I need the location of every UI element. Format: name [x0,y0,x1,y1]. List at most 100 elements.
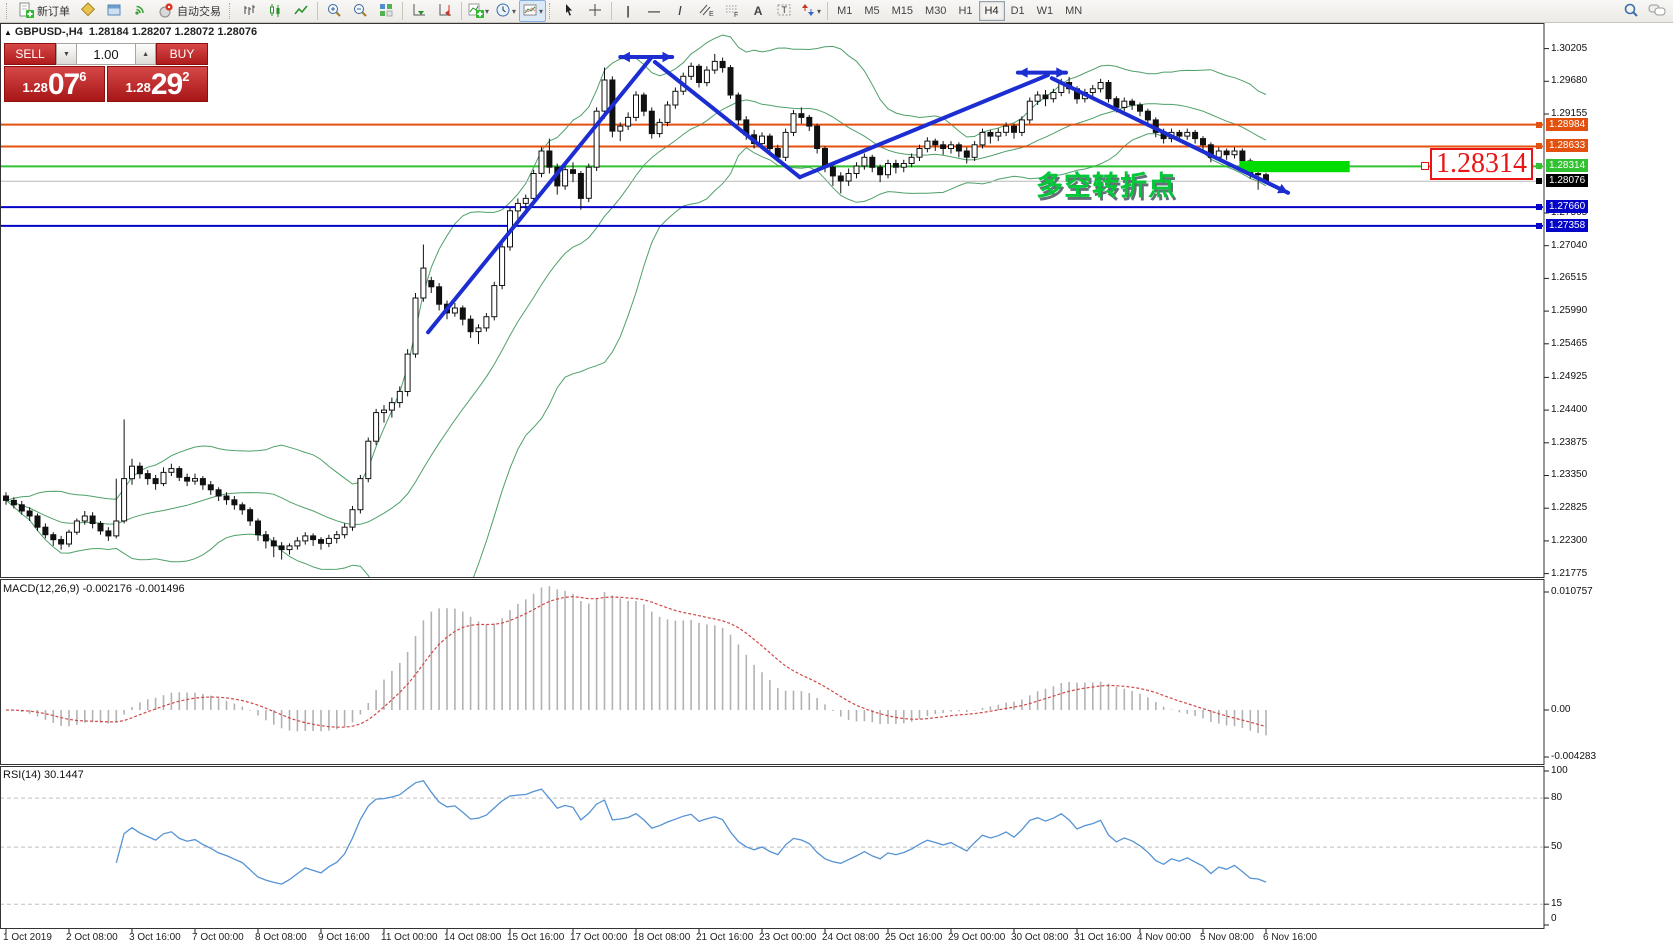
price-tick-label: 1.29680 [1551,75,1587,86]
volume-input[interactable] [77,43,135,65]
zoom-in-button[interactable] [321,0,347,22]
candlestick-chart-button[interactable] [262,0,288,22]
chart-shift-icon [437,2,453,21]
time-label: 29 Oct 00:00 [948,932,1005,943]
crosshair-button[interactable] [582,0,608,22]
crosshair-icon [587,2,603,21]
toolbar-drag-handle[interactable] [229,3,233,19]
cursor-button[interactable] [556,0,582,22]
chart-canvas[interactable] [0,0,1673,948]
trendline-button[interactable]: / [667,0,693,22]
line-chart-icon [293,2,309,21]
volume-decrease-button[interactable]: ▼ [56,43,77,65]
toolbar-drag-handle[interactable] [549,3,553,19]
pane-separator-rsi[interactable] [0,764,1544,767]
text-button[interactable]: A [745,0,771,22]
macd-tick-label: -0.004283 [1551,751,1596,762]
indicators-button[interactable]: ▾ [465,0,492,22]
symbol-header[interactable]: ▲GBPUSD-,H4 1.28184 1.28207 1.28072 1.28… [4,26,257,38]
price-tag-label[interactable]: 1.28314 [1430,148,1533,180]
volume-increase-button[interactable]: ▲ [135,43,156,65]
search-icon [1623,2,1639,21]
chat-button[interactable] [1644,0,1670,22]
time-label: 8 Oct 08:00 [255,932,307,943]
text-label-icon: T [776,2,792,21]
templates-icon [522,2,538,21]
price-line-label: 1.28984 [1546,118,1588,131]
bar-chart-button[interactable] [236,0,262,22]
collapse-icon[interactable]: ▲ [4,28,12,37]
sell-price-pip: 6 [79,70,86,83]
equidistant-channel-button[interactable]: E [693,0,719,22]
timeframe-w1[interactable]: W1 [1031,1,1060,21]
fibonacci-button[interactable]: F [719,0,745,22]
sell-price-prefix: 1.28 [23,76,48,100]
horizontal-line-button[interactable]: — [641,0,667,22]
line-chart-button[interactable] [288,0,314,22]
timeframe-m1[interactable]: M1 [831,1,858,21]
price-line-label: 1.28076 [1546,174,1588,187]
charts-button[interactable] [75,0,101,22]
time-label: 18 Oct 08:00 [633,932,690,943]
periods-button[interactable]: ▾ [492,0,519,22]
data-window-icon [106,2,122,21]
macd-indicator-label: MACD(12,26,9) -0.002176 -0.001496 [3,583,185,595]
new-order-label: 新订单 [37,3,70,19]
timeframe-h1[interactable]: H1 [952,1,978,21]
templates-button[interactable]: ▾ [519,0,546,22]
time-label: 9 Oct 16:00 [318,932,370,943]
price-tick-label: 1.25990 [1551,305,1587,316]
zoom-out-button[interactable] [347,0,373,22]
bar-chart-icon [241,2,257,21]
price-tag-anchor[interactable] [1421,162,1429,170]
buy-button[interactable]: BUY [156,43,208,65]
autotrading-button[interactable]: 自动交易 [153,0,226,22]
time-label: 23 Oct 00:00 [759,932,816,943]
auto-scroll-button[interactable] [406,0,432,22]
pivot-annotation-text[interactable]: 多空转折点 [1036,164,1176,203]
search-button[interactable] [1618,0,1644,22]
time-label: 30 Oct 08:00 [1011,932,1068,943]
arrows-button[interactable]: ▾ [797,0,824,22]
vertical-line-button[interactable]: | [615,0,641,22]
fibonacci-icon: F [724,2,740,21]
buy-price-display[interactable]: 1.28292 [107,66,208,102]
chevron-down-icon: ▾ [512,7,516,16]
new-order-button[interactable]: 新订单 [13,0,75,22]
svg-text:E: E [709,11,714,18]
price-tick-label: 1.21775 [1551,568,1587,579]
time-label: 24 Oct 08:00 [822,932,879,943]
timeframe-m30[interactable]: M30 [919,1,952,21]
price-line-marker [1536,178,1542,184]
price-line-marker [1536,204,1542,210]
signals-icon [132,2,148,21]
time-label: 21 Oct 16:00 [696,932,753,943]
data-window-button[interactable] [101,0,127,22]
pane-separator-macd[interactable] [0,577,1544,580]
sell-price-display[interactable]: 1.28076 [4,66,105,102]
trendline-icon: / [678,4,681,18]
svg-text:T: T [782,5,788,15]
chevron-down-icon: ▾ [485,7,489,16]
timeframe-m15[interactable]: M15 [886,1,919,21]
signals-button[interactable] [127,0,153,22]
symbol-ohlc: 1.28184 1.28207 1.28072 1.28076 [89,26,257,38]
text-label-button[interactable]: T [771,0,797,22]
rsi-tick-label: 80 [1551,792,1562,803]
timeframe-h4[interactable]: H4 [979,1,1005,21]
timeframe-m5[interactable]: M5 [858,1,885,21]
toolbar-drag-handle[interactable] [6,3,10,19]
chart-shift-button[interactable] [432,0,458,22]
tile-windows-button[interactable] [373,0,399,22]
indicators-icon [468,2,484,21]
time-label: 17 Oct 00:00 [570,932,627,943]
price-line-marker [1536,143,1542,149]
rsi-tick-label: 50 [1551,841,1562,852]
autotrading-icon [158,2,174,21]
timeframe-d1[interactable]: D1 [1005,1,1031,21]
buy-price-prefix: 1.28 [126,76,151,100]
price-tick-label: 1.30205 [1551,43,1587,54]
timeframe-mn[interactable]: MN [1059,1,1088,21]
sell-button[interactable]: SELL [4,43,56,65]
vertical-line-icon: | [626,4,629,18]
